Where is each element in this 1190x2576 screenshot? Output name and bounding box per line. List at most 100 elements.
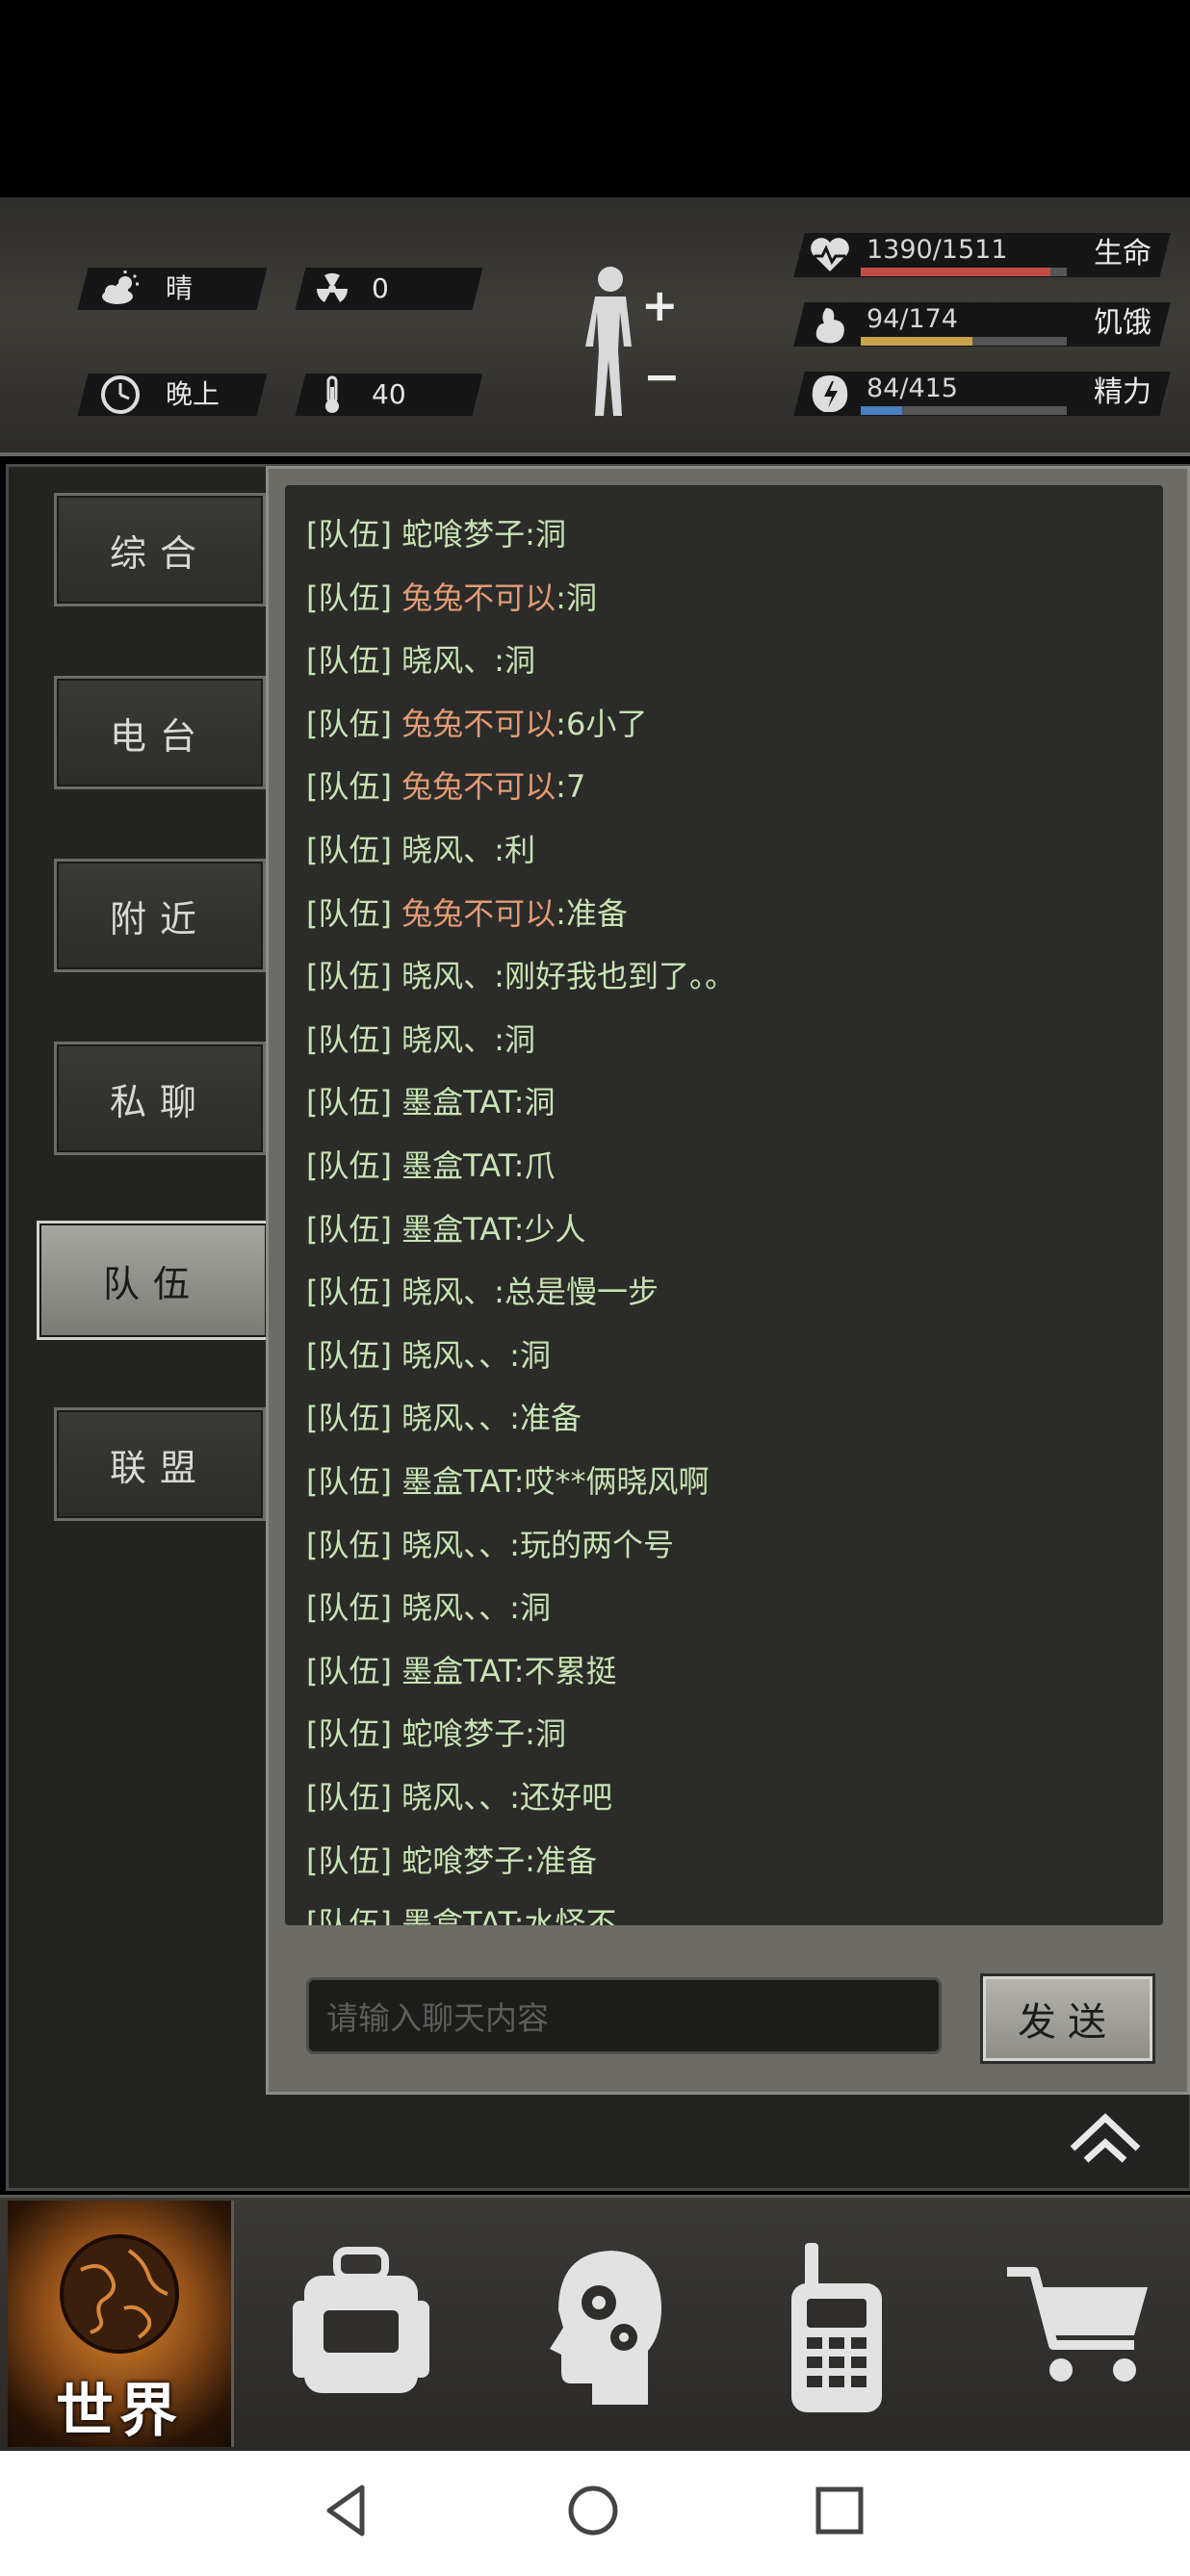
vital-bar-fill — [861, 268, 1050, 276]
tab-0[interactable]: 综合 — [54, 493, 266, 606]
message-text: :水怪不 — [513, 1905, 617, 1925]
message-channel: [队伍] — [306, 705, 402, 742]
message-channel: [队伍] — [306, 1652, 402, 1689]
back-icon[interactable] — [322, 2482, 370, 2539]
vital-value: 84/415 — [867, 374, 958, 403]
message-speaker[interactable]: 晓风、 — [401, 958, 494, 994]
plus-icon: + — [641, 279, 679, 331]
message-speaker[interactable]: 墨盒TAT — [401, 1653, 514, 1689]
collapse-button[interactable] — [1067, 2110, 1144, 2164]
message-speaker[interactable]: 墨盒TAT — [401, 1211, 514, 1248]
tab-4[interactable]: 队伍 — [37, 1221, 270, 1340]
stomach-icon — [809, 304, 851, 345]
nav-backpack-button[interactable] — [289, 2243, 433, 2407]
message-channel: [队伍] — [306, 768, 402, 806]
tab-2[interactable]: 附近 — [54, 859, 266, 972]
minus-icon: − — [643, 350, 681, 402]
chat-message: [队伍] 晓风、:利 — [306, 826, 535, 870]
body-status-button[interactable]: + − — [574, 260, 687, 424]
radiation-icon — [308, 268, 356, 321]
chat-message: [队伍] 晓风、、:玩的两个号 — [306, 1521, 674, 1565]
message-text: :洞 — [509, 1336, 551, 1374]
chat-message: [队伍] 晓风、、:洞 — [306, 1331, 551, 1376]
message-speaker[interactable]: 晓风、 — [401, 832, 494, 868]
message-speaker[interactable]: 兔兔不可以 — [401, 768, 556, 805]
message-speaker[interactable]: 晓风、、 — [401, 1337, 509, 1374]
chat-message: [队伍] 晓风、:总是慢一步 — [306, 1268, 659, 1312]
message-channel: [队伍] — [306, 1400, 402, 1437]
message-speaker[interactable]: 晓风、 — [401, 1274, 494, 1310]
chat-message: [队伍] 墨盒TAT:哎**俩晓风啊 — [306, 1457, 709, 1502]
chat-message: [队伍] 晓风、、:洞 — [306, 1584, 551, 1628]
message-text: :玩的两个号 — [509, 1526, 674, 1563]
message-speaker[interactable]: 晓风、、 — [401, 1779, 509, 1816]
message-channel: [队伍] — [306, 958, 402, 995]
time-of-day-text: 晚上 — [166, 378, 220, 410]
chat-message: [队伍] 晓风、、:准备 — [306, 1394, 582, 1438]
message-channel: [队伍] — [306, 1715, 402, 1753]
message-text: :准备 — [556, 894, 628, 932]
nav-world-label: 世界 — [56, 2378, 183, 2445]
message-channel: [队伍] — [306, 1526, 402, 1563]
message-channel: [队伍] — [306, 579, 402, 616]
message-speaker[interactable]: 墨盒TAT — [401, 1147, 514, 1184]
message-speaker[interactable]: 晓风、、 — [401, 1527, 509, 1563]
message-channel: [队伍] — [306, 1084, 402, 1121]
message-speaker[interactable]: 晓风、 — [401, 642, 494, 679]
chat-message: [队伍] 墨盒TAT:不累挺 — [306, 1647, 616, 1691]
message-speaker[interactable]: 墨盒TAT — [401, 1463, 514, 1500]
message-speaker[interactable]: 兔兔不可以 — [401, 895, 556, 932]
chat-message: [队伍] 兔兔不可以:洞 — [306, 574, 597, 618]
message-speaker[interactable]: 晓风、 — [401, 1021, 494, 1058]
system-nav-bar — [0, 2451, 1190, 2576]
chat-message: [队伍] 墨盒TAT:水怪不 — [306, 1899, 616, 1925]
send-button[interactable]: 发送 — [980, 1973, 1155, 2064]
message-speaker[interactable]: 墨盒TAT — [401, 1905, 514, 1925]
nav-world-tab[interactable]: 世界 — [8, 2201, 234, 2447]
message-channel: [队伍] — [306, 832, 402, 868]
nav-radio-button[interactable] — [784, 2239, 890, 2416]
message-speaker[interactable]: 墨盒TAT — [401, 1084, 514, 1121]
nav-shop-button[interactable] — [1001, 2256, 1155, 2391]
message-speaker[interactable]: 晓风、、 — [401, 1589, 509, 1626]
chat-log[interactable]: [队伍] 蛇喰梦子:洞 [队伍] 兔兔不可以:洞 [队伍] 晓风、:洞 [队伍] 兔兔… — [285, 485, 1163, 1925]
message-text: :洞 — [494, 1020, 535, 1058]
message-speaker[interactable]: 兔兔不可以 — [401, 580, 556, 616]
message-speaker[interactable]: 兔兔不可以 — [401, 706, 556, 742]
nav-skills-button[interactable] — [539, 2243, 664, 2412]
message-speaker[interactable]: 蛇喰梦子 — [401, 1715, 525, 1752]
message-channel: [队伍] — [306, 1274, 402, 1311]
message-channel: [队伍] — [306, 1336, 402, 1374]
message-text: :总是慢一步 — [494, 1274, 659, 1311]
chat-message: [队伍] 晓风、:洞 — [306, 1016, 535, 1060]
brain-gears-icon — [550, 2251, 661, 2405]
chat-message: [队伍] 蛇喰梦子:洞 — [306, 1710, 566, 1754]
chat-message: [队伍] 晓风、:刚好我也到了。。 — [306, 952, 736, 996]
vital-bar — [861, 406, 1067, 415]
message-text: :7 — [556, 768, 586, 806]
vital-label: 精力 — [1094, 375, 1151, 409]
tab-3[interactable]: 私聊 — [54, 1042, 266, 1155]
tab-1[interactable]: 电台 — [54, 676, 266, 789]
message-text: :爪 — [513, 1147, 556, 1184]
vital-bar-fill — [861, 337, 972, 346]
globe-icon — [60, 2234, 179, 2354]
home-icon[interactable] — [566, 2484, 620, 2537]
message-text: :不累挺 — [513, 1652, 617, 1689]
message-speaker[interactable]: 蛇喰梦子 — [401, 1842, 525, 1879]
message-text: :6小了 — [556, 705, 648, 742]
recents-icon[interactable] — [815, 2486, 865, 2536]
message-speaker[interactable]: 蛇喰梦子 — [401, 516, 525, 553]
message-text: :刚好我也到了。。 — [494, 958, 736, 995]
message-channel: [队伍] — [306, 1210, 402, 1248]
chat-message: [队伍] 蛇喰梦子:洞 — [306, 510, 566, 554]
message-speaker[interactable]: 晓风、、 — [401, 1400, 509, 1436]
tab-5[interactable]: 联盟 — [54, 1407, 266, 1521]
message-channel: [队伍] — [306, 1147, 402, 1184]
vital-label: 饥饿 — [1094, 306, 1151, 340]
vital-label: 生命 — [1094, 237, 1151, 270]
chat-message: [队伍] 兔兔不可以:7 — [306, 762, 585, 807]
energy-icon — [809, 374, 851, 414]
chat-message: [队伍] 晓风、、:还好吧 — [306, 1773, 612, 1817]
chat-input[interactable]: 请输入聊天内容 — [306, 1977, 942, 2054]
